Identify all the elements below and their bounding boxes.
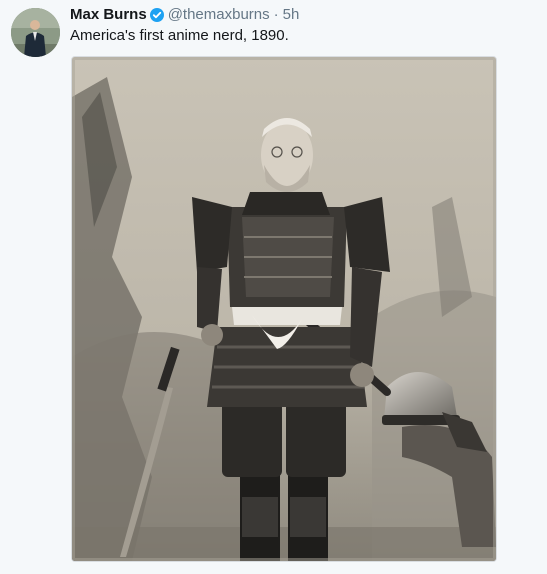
separator-dot: · — [273, 6, 279, 23]
timestamp[interactable]: 5h — [283, 6, 300, 24]
tweet-text: America's first anime nerd, 1890. — [70, 27, 289, 44]
verified-badge-icon — [149, 8, 164, 22]
tweet: Max Burns @themaxburns · 5h America's fi… — [0, 0, 547, 574]
samurai-armor-photo — [72, 57, 496, 561]
tweet-header: Max Burns @themaxburns · 5h — [70, 6, 299, 24]
author-name[interactable]: Max Burns — [70, 6, 147, 24]
avatar[interactable] — [11, 8, 60, 57]
tweet-photo[interactable] — [71, 56, 497, 562]
avatar-image — [11, 8, 60, 57]
author-handle[interactable]: @themaxburns — [168, 6, 270, 24]
